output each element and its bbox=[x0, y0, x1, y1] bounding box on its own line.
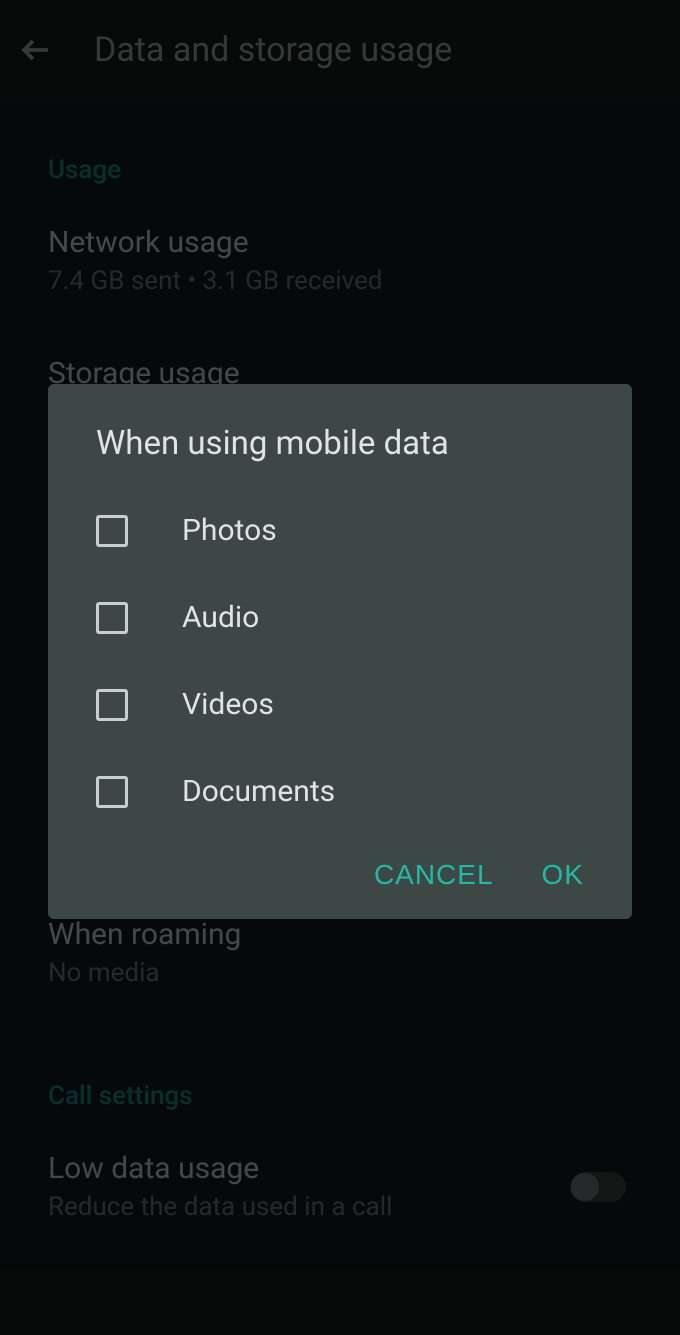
photos-label: Photos bbox=[182, 513, 277, 548]
media-options-list: Photos Audio Videos Documents bbox=[48, 487, 632, 835]
photos-checkbox[interactable] bbox=[96, 515, 128, 547]
documents-label: Documents bbox=[182, 774, 335, 809]
documents-option[interactable]: Documents bbox=[48, 748, 632, 835]
videos-label: Videos bbox=[182, 687, 274, 722]
documents-checkbox[interactable] bbox=[96, 776, 128, 808]
dialog-actions: CANCEL OK bbox=[48, 835, 632, 891]
videos-option[interactable]: Videos bbox=[48, 661, 632, 748]
audio-option[interactable]: Audio bbox=[48, 574, 632, 661]
audio-checkbox[interactable] bbox=[96, 602, 128, 634]
photos-option[interactable]: Photos bbox=[48, 487, 632, 574]
dialog-title: When using mobile data bbox=[48, 424, 632, 487]
ok-button[interactable]: OK bbox=[542, 859, 584, 891]
cancel-button[interactable]: CANCEL bbox=[374, 859, 494, 891]
videos-checkbox[interactable] bbox=[96, 689, 128, 721]
mobile-data-dialog: When using mobile data Photos Audio Vide… bbox=[48, 384, 632, 919]
audio-label: Audio bbox=[182, 600, 259, 635]
